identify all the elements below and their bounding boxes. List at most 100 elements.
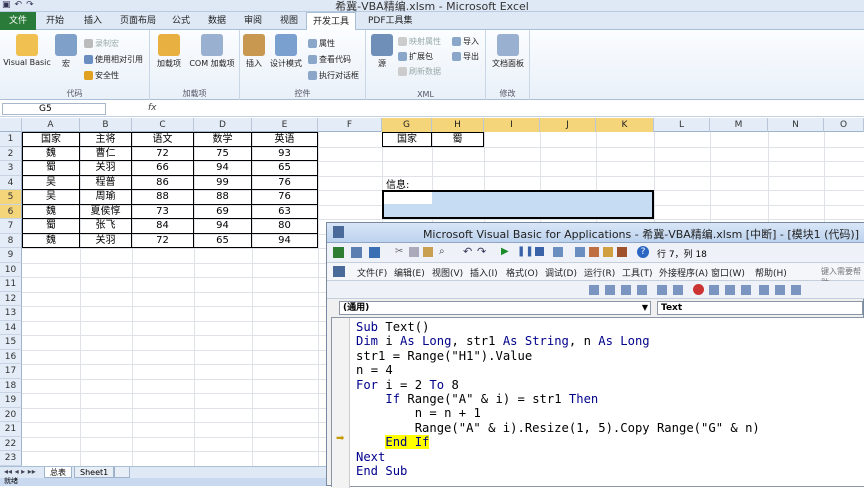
sheet-tab-sheet1[interactable]: Sheet1: [74, 467, 115, 478]
run-icon[interactable]: ▶: [501, 246, 509, 257]
excel-icon[interactable]: [333, 247, 344, 258]
active-cell[interactable]: [384, 192, 432, 204]
quick-info-icon[interactable]: [621, 285, 631, 295]
col-header[interactable]: F: [318, 118, 382, 132]
refresh-data-button[interactable]: 刷新数据: [398, 66, 441, 77]
table-cell[interactable]: 63: [252, 204, 318, 219]
view-code-button[interactable]: 查看代码: [308, 54, 351, 65]
row-header[interactable]: 16: [0, 349, 22, 364]
code-line[interactable]: Next: [356, 450, 760, 464]
row-header[interactable]: 2: [0, 146, 22, 161]
row-header[interactable]: 6: [0, 204, 22, 219]
visual-basic-button[interactable]: Visual Basic: [2, 34, 52, 67]
table-cell[interactable]: 英语: [252, 132, 318, 147]
row-header[interactable]: 14: [0, 320, 22, 335]
outdent-icon[interactable]: [673, 285, 683, 295]
row-header[interactable]: 23: [0, 451, 22, 466]
table-cell[interactable]: 94: [252, 233, 318, 248]
object-browser-icon[interactable]: [603, 247, 613, 257]
row-header[interactable]: 7: [0, 219, 22, 234]
cell-g4-info-label[interactable]: 信息:: [386, 176, 409, 191]
table-cell[interactable]: 80: [252, 219, 318, 234]
table-cell[interactable]: 魏: [22, 204, 80, 219]
redo-icon[interactable]: ↷: [477, 245, 486, 258]
table-cell[interactable]: 72: [132, 233, 194, 248]
find-icon[interactable]: ⌕: [439, 246, 445, 257]
table-cell[interactable]: 周瑜: [80, 190, 132, 205]
col-header[interactable]: M: [710, 118, 768, 132]
tab-insert[interactable]: 插入: [78, 12, 108, 30]
tab-review[interactable]: 审阅: [238, 12, 268, 30]
name-box[interactable]: G5: [2, 103, 106, 115]
row-header[interactable]: 13: [0, 306, 22, 321]
properties-button[interactable]: 属性: [308, 38, 335, 49]
sheet-tab-summary[interactable]: 总表: [44, 467, 72, 478]
current-statement[interactable]: End If: [385, 435, 430, 450]
table-cell[interactable]: 程普: [80, 175, 132, 190]
col-header[interactable]: J: [540, 118, 596, 132]
table-cell[interactable]: 65: [252, 161, 318, 176]
col-header[interactable]: A: [22, 118, 80, 132]
menu-file[interactable]: 文件(F): [357, 266, 387, 279]
code-margin[interactable]: [332, 318, 350, 488]
export-button[interactable]: 导出: [452, 51, 479, 62]
code-line[interactable]: For i = 2 To 8: [356, 378, 760, 392]
break-icon[interactable]: ❚❚: [517, 246, 534, 257]
undo-icon[interactable]: ↶: [463, 245, 472, 258]
table-cell[interactable]: 99: [194, 175, 252, 190]
selection-range[interactable]: [382, 190, 654, 219]
col-header[interactable]: N: [768, 118, 824, 132]
row-header[interactable]: 3: [0, 161, 22, 176]
map-properties-button[interactable]: 映射属性: [398, 36, 441, 47]
reset-icon[interactable]: [535, 247, 544, 256]
clear-bookmarks-icon[interactable]: [791, 285, 801, 295]
table-cell[interactable]: 蜀: [22, 219, 80, 234]
table-cell[interactable]: 数学: [194, 132, 252, 147]
indent-icon[interactable]: [657, 285, 667, 295]
comment-block-icon[interactable]: [709, 285, 719, 295]
menu-window[interactable]: 窗口(W): [711, 266, 745, 279]
row-header[interactable]: 19: [0, 393, 22, 408]
paste-icon[interactable]: [423, 247, 433, 257]
table-cell[interactable]: 69: [194, 204, 252, 219]
row-header[interactable]: 15: [0, 335, 22, 350]
table-cell[interactable]: 张飞: [80, 219, 132, 234]
table-cell[interactable]: 魏: [22, 146, 80, 161]
col-header[interactable]: I: [484, 118, 540, 132]
procedure-combo[interactable]: Text: [657, 301, 863, 315]
import-button[interactable]: 导入: [452, 36, 479, 47]
sheet-nav-arrows-icon[interactable]: ◂◂ ◂ ▸ ▸▸: [4, 467, 36, 476]
relative-reference-button[interactable]: 使用相对引用: [84, 54, 143, 65]
col-header[interactable]: D: [194, 118, 252, 132]
code-line[interactable]: If Range("A" & i) = str1 Then: [356, 392, 760, 406]
code-line[interactable]: n = n + 1: [356, 406, 760, 420]
properties-window-icon[interactable]: [589, 247, 599, 257]
menu-edit[interactable]: 编辑(E): [394, 266, 425, 279]
table-cell[interactable]: 93: [252, 146, 318, 161]
table-cell[interactable]: 75: [194, 146, 252, 161]
addins-button[interactable]: 加载项: [154, 34, 184, 69]
expansion-packs-button[interactable]: 扩展包: [398, 51, 433, 62]
help-icon[interactable]: ?: [637, 246, 649, 258]
code-line[interactable]: End If: [356, 435, 760, 450]
col-header[interactable]: O: [824, 118, 864, 132]
code-line[interactable]: End Sub: [356, 464, 760, 478]
previous-bookmark-icon[interactable]: [775, 285, 785, 295]
row-header[interactable]: 17: [0, 364, 22, 379]
tab-file[interactable]: 文件: [0, 12, 36, 30]
table-cell[interactable]: 73: [132, 204, 194, 219]
table-cell[interactable]: 魏: [22, 233, 80, 248]
table-cell[interactable]: 94: [194, 219, 252, 234]
row-header[interactable]: 20: [0, 407, 22, 422]
cell-g1[interactable]: 国家: [382, 132, 432, 147]
col-header[interactable]: H: [432, 118, 484, 132]
row-header[interactable]: 5: [0, 190, 22, 205]
code-line[interactable]: Dim i As Long, str1 As String, n As Long: [356, 334, 760, 348]
design-mode-icon[interactable]: [553, 247, 563, 257]
source-button[interactable]: 源: [370, 34, 394, 69]
list-constants-icon[interactable]: [605, 285, 615, 295]
table-cell[interactable]: 曹仁: [80, 146, 132, 161]
col-header[interactable]: K: [596, 118, 654, 132]
code-line[interactable]: Sub Text(): [356, 320, 760, 334]
code-editor[interactable]: Sub Text() Dim i As Long, str1 As String,…: [356, 320, 760, 478]
